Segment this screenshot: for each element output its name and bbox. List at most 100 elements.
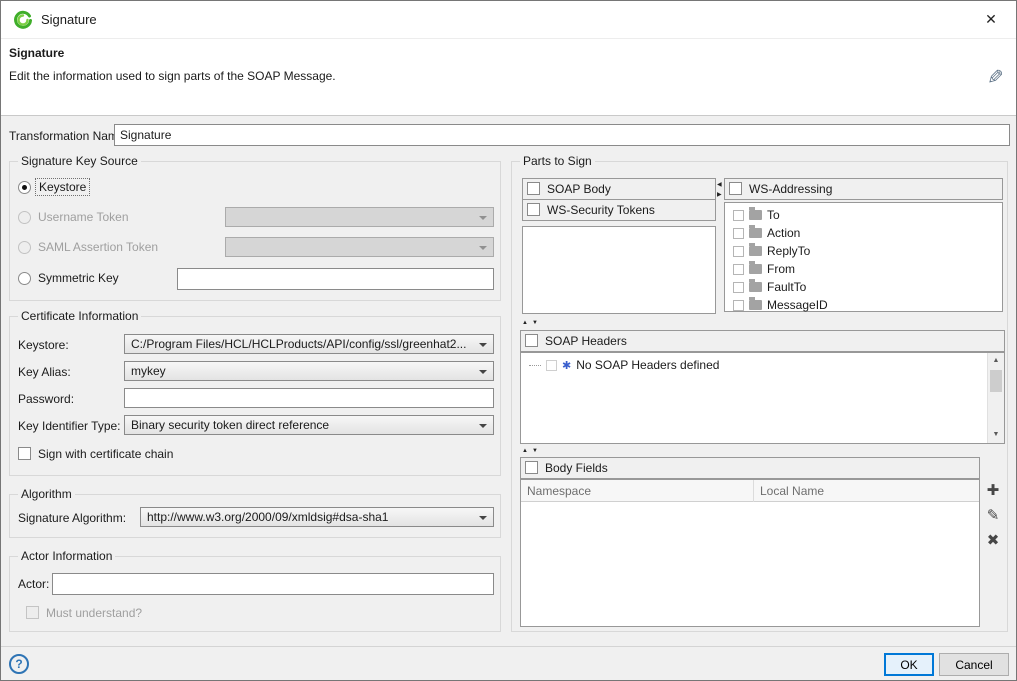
cross-icon: ✖ (987, 532, 1000, 549)
password-input[interactable] (124, 388, 494, 408)
keystore-combo[interactable]: C:/Program Files/HCL/HCLProducts/API/con… (124, 334, 494, 354)
group-title-certificate: Certificate Information (18, 309, 141, 323)
folder-icon (749, 210, 762, 220)
no-soap-headers-checkbox (546, 360, 557, 371)
keystore-radio[interactable] (18, 181, 31, 194)
delete-body-field-button[interactable]: ✖ (984, 531, 1002, 549)
symmetric-key-radio[interactable] (18, 272, 31, 285)
footer-bar: ? OK Cancel (1, 646, 1016, 681)
help-button[interactable]: ? (9, 654, 29, 674)
question-mark-icon: ? (15, 657, 22, 671)
app-icon (13, 10, 33, 30)
folder-icon (749, 282, 762, 292)
asterisk-icon: ✱ (562, 359, 571, 372)
soap-body-row: SOAP Body (522, 178, 716, 200)
tree-branch-line (529, 365, 541, 366)
no-soap-headers-row[interactable]: ✱ No SOAP Headers defined (521, 356, 1004, 374)
saml-assertion-combo (225, 237, 494, 257)
actor-label: Actor: (18, 577, 49, 591)
folder-icon (749, 300, 762, 310)
soap-headers-checkbox[interactable] (525, 334, 538, 347)
key-identifier-type-combo[interactable]: Binary security token direct reference (124, 415, 494, 435)
body-fields-checkbox[interactable] (525, 461, 538, 474)
scroll-up-icon[interactable]: ▲ (988, 353, 1004, 369)
group-title-parts-to-sign: Parts to Sign (520, 154, 595, 168)
soap-body-checkbox[interactable] (527, 182, 540, 195)
edit-body-field-button[interactable]: ✎ (984, 506, 1002, 524)
must-understand-checkbox (26, 606, 39, 619)
plus-icon: ✚ (987, 482, 1000, 499)
sign-with-certificate-chain-checkbox[interactable] (18, 447, 31, 460)
group-title-key-source: Signature Key Source (18, 154, 141, 168)
tree-item-label: MessageID (767, 298, 828, 312)
soap-body-label: SOAP Body (547, 182, 611, 196)
splitter-collapse-left-icon[interactable]: ◀ (717, 182, 722, 188)
folder-icon (749, 246, 762, 256)
messageid-checkbox[interactable] (733, 300, 744, 311)
column-namespace: Namespace (521, 480, 753, 502)
password-label: Password: (18, 392, 74, 406)
cancel-button[interactable]: Cancel (939, 653, 1009, 676)
symmetric-key-radio-label[interactable]: Symmetric Key (38, 271, 119, 285)
key-identifier-type-label: Key Identifier Type: (18, 419, 121, 433)
ws-addressing-row: WS-Addressing (724, 178, 1003, 200)
tree-item-label: From (767, 262, 795, 276)
from-checkbox[interactable] (733, 264, 744, 275)
group-title-actor: Actor Information (18, 549, 115, 563)
scroll-down-icon[interactable]: ▼ (988, 427, 1004, 443)
username-token-combo (225, 207, 494, 227)
ws-security-tokens-checkbox[interactable] (527, 203, 540, 216)
certificate-information-group: Certificate Information Keystore: C:/Pro… (9, 316, 501, 476)
splitter2-collapse-down-icon[interactable]: ▼ (532, 320, 538, 326)
ws-security-tokens-list[interactable] (522, 226, 716, 314)
tree-item-replyto[interactable]: ReplyTo (725, 242, 1002, 260)
action-checkbox[interactable] (733, 228, 744, 239)
ok-button[interactable]: OK (884, 653, 934, 676)
algorithm-group: Algorithm Signature Algorithm: http://ww… (9, 494, 501, 538)
parts-to-sign-group: Parts to Sign SOAP Body WS-Security Toke… (511, 161, 1008, 632)
to-checkbox[interactable] (733, 210, 744, 221)
faultto-checkbox[interactable] (733, 282, 744, 293)
body-fields-row: Body Fields (520, 457, 980, 479)
signature-dialog: Signature ✕ Signature Edit the informati… (0, 0, 1017, 681)
replyto-checkbox[interactable] (733, 246, 744, 257)
titlebar: Signature ✕ (1, 1, 1016, 39)
soap-headers-label: SOAP Headers (545, 334, 627, 348)
splitter-collapse-right-icon[interactable]: ▶ (717, 192, 722, 198)
close-button[interactable]: ✕ (982, 11, 1000, 29)
signature-algorithm-combo[interactable]: http://www.w3.org/2000/09/xmldsig#dsa-sh… (140, 507, 494, 527)
signature-edit-icon: ✎ (987, 65, 1004, 90)
soap-headers-scrollbar[interactable]: ▲ ▼ (987, 353, 1004, 443)
folder-icon (749, 264, 762, 274)
keystore-label: Keystore: (18, 338, 69, 352)
ws-security-tokens-label: WS-Security Tokens (547, 203, 655, 217)
tree-item-label: Action (767, 226, 800, 240)
tree-item-action[interactable]: Action (725, 224, 1002, 242)
tree-item-messageid[interactable]: MessageID (725, 296, 1002, 314)
folder-icon (749, 228, 762, 238)
transformation-name-input[interactable] (114, 124, 1010, 146)
keystore-radio-label[interactable]: Keystore (36, 179, 89, 195)
body-fields-table-header: Namespace Local Name (521, 480, 979, 502)
banner-description: Edit the information used to sign parts … (9, 69, 336, 83)
column-local-name: Local Name (753, 480, 979, 502)
must-understand-label: Must understand? (46, 606, 142, 620)
tree-item-from[interactable]: From (725, 260, 1002, 278)
transformation-name-label: Transformation Name: (9, 129, 128, 143)
no-soap-headers-label: No SOAP Headers defined (576, 358, 719, 372)
ws-addressing-checkbox[interactable] (729, 182, 742, 195)
banner-header: Signature Edit the information used to s… (1, 39, 1016, 116)
tree-item-faultto[interactable]: FaultTo (725, 278, 1002, 296)
splitter3-collapse-up-icon[interactable]: ▲ (522, 448, 528, 454)
symmetric-key-input[interactable] (177, 268, 494, 290)
close-icon: ✕ (985, 11, 997, 27)
actor-information-group: Actor Information Actor: Must understand… (9, 556, 501, 632)
username-token-radio (18, 211, 31, 224)
key-alias-combo[interactable]: mykey (124, 361, 494, 381)
splitter2-collapse-up-icon[interactable]: ▲ (522, 320, 528, 326)
scrollbar-thumb[interactable] (990, 370, 1002, 392)
add-body-field-button[interactable]: ✚ (984, 481, 1002, 499)
tree-item-to[interactable]: To (725, 206, 1002, 224)
actor-input[interactable] (52, 573, 494, 595)
splitter3-collapse-down-icon[interactable]: ▼ (532, 448, 538, 454)
